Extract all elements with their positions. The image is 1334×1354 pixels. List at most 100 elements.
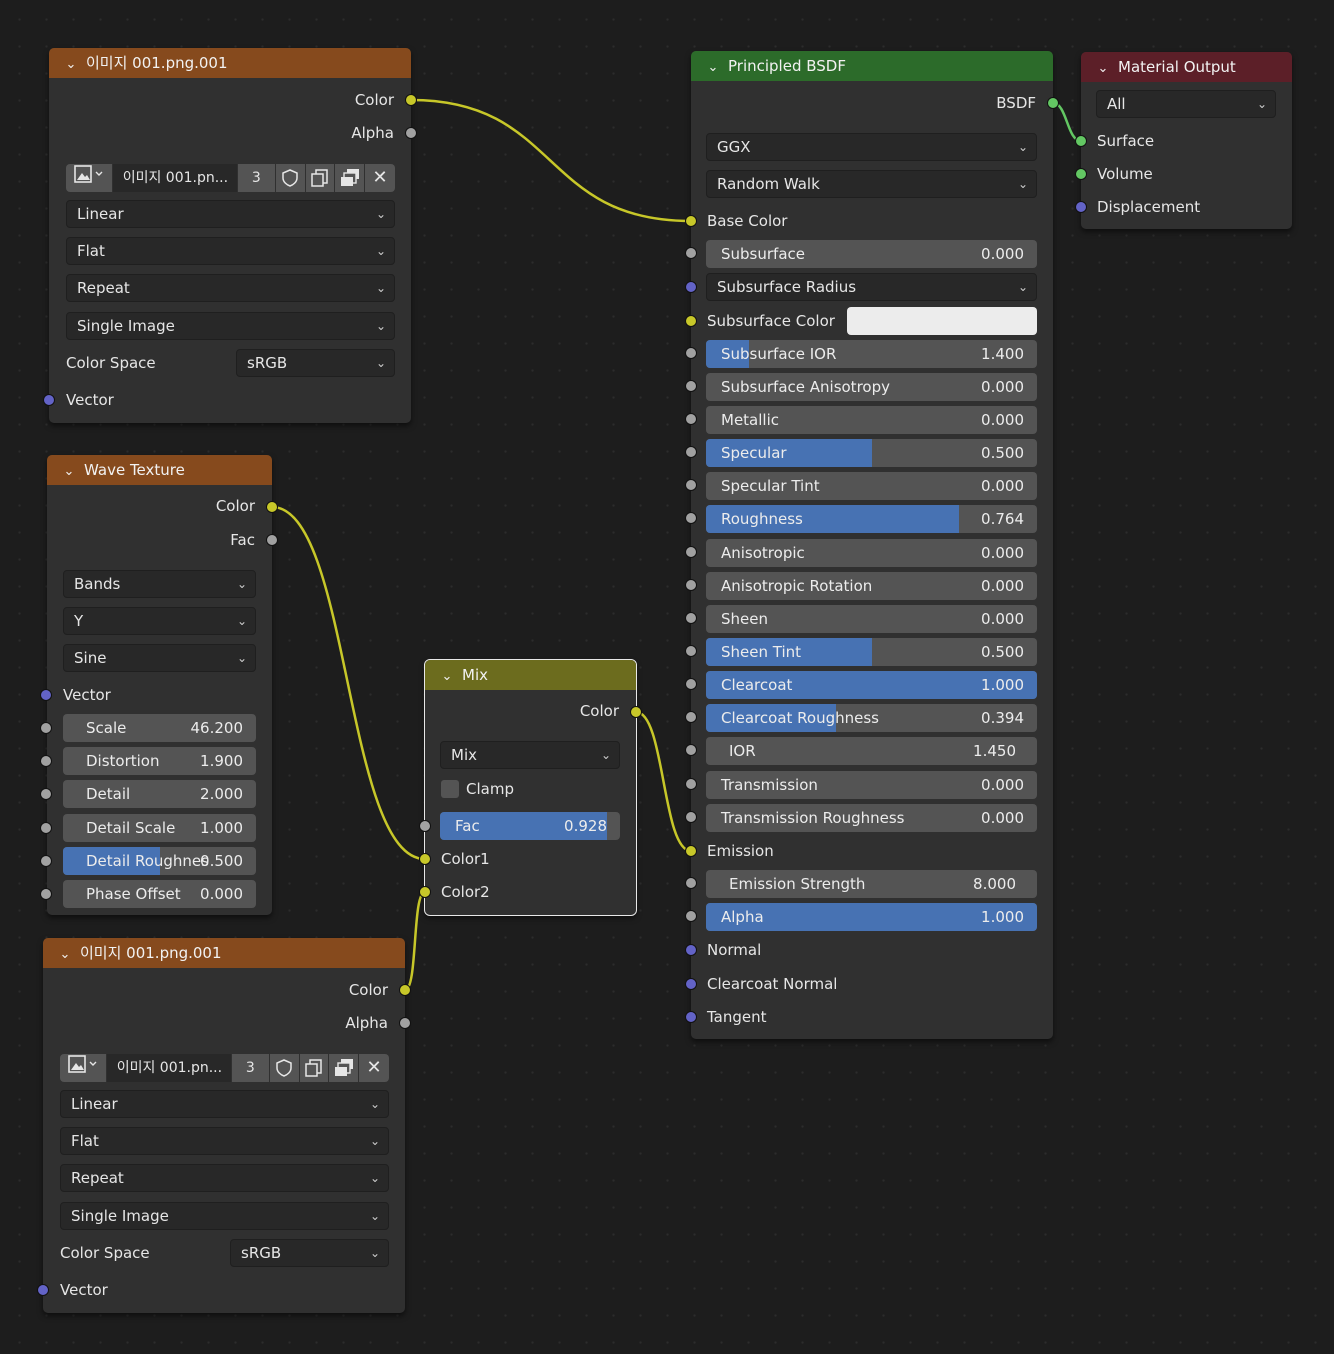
image-users-count[interactable]: 3 [231, 1054, 270, 1082]
node-header[interactable]: ⌄ Material Output [1081, 52, 1292, 82]
tangent-input-socket[interactable] [685, 1011, 697, 1023]
chevron-down-icon[interactable]: ⌄ [62, 457, 76, 487]
image2-color-output-socket[interactable] [399, 984, 411, 996]
image2-vector-input-socket[interactable] [37, 1284, 49, 1296]
image-name-field[interactable]: 이미지 001.pn... [106, 1054, 232, 1082]
unlink-close-icon[interactable]: ✕ [365, 164, 395, 192]
bsdf-clearcoat-roughness-input-socket[interactable] [685, 711, 697, 723]
mix-color-output-socket[interactable] [630, 706, 642, 718]
wave-detail-scale-slider[interactable]: Detail Scale 1.000 [63, 813, 256, 842]
bsdf-clearcoat-input-socket[interactable] [685, 678, 697, 690]
node-header[interactable]: ⌄ 이미지 001.png.001 [43, 938, 405, 968]
bsdf-metallic-input-socket[interactable] [685, 413, 697, 425]
clearcoat-normal-input-socket[interactable] [685, 978, 697, 990]
bsdf-subsurface-anisotropy-slider[interactable]: Subsurface Anisotropy 0.000 [706, 373, 1037, 401]
bsdf-sheen-slider[interactable]: Sheen 0.000 [706, 605, 1037, 633]
bsdf-sheen-tint-input-socket[interactable] [685, 645, 697, 657]
duplicate-icon[interactable] [299, 1054, 330, 1082]
surface-input-socket[interactable] [1075, 135, 1087, 147]
open-image-icon[interactable] [329, 1054, 360, 1082]
mix-color1-input-socket[interactable] [419, 853, 431, 865]
image1-vector-input-socket[interactable] [43, 394, 55, 406]
node-header[interactable]: ⌄ 이미지 001.png.001 [49, 48, 411, 78]
duplicate-icon[interactable] [305, 164, 336, 192]
bsdf-transmission-input-socket[interactable] [685, 778, 697, 790]
emission-input-socket[interactable] [685, 845, 697, 857]
subsurface-method-dropdown[interactable]: Random Walk ⌄ [706, 170, 1037, 198]
open-image-icon[interactable] [335, 164, 366, 192]
image-texture-node-2[interactable]: ⌄ 이미지 001.png.001 Color Alpha 이미지 001.pn.… [43, 938, 405, 1313]
image-browse-button[interactable] [60, 1054, 107, 1082]
image-selector[interactable]: 이미지 001.pn... 3 ✕ [60, 1054, 389, 1082]
wave-scale-input-socket[interactable] [40, 722, 52, 734]
wave-phase-offset-slider[interactable]: Phase Offset 0.000 [63, 880, 256, 908]
image-texture-node-1[interactable]: ⌄ 이미지 001.png.001 Color Alpha 이미지 001.pn.… [49, 48, 411, 423]
mix-color2-input-socket[interactable] [419, 886, 431, 898]
mix-fac-input-socket[interactable] [419, 820, 431, 832]
wave-type-dropdown[interactable]: Bands ⌄ [63, 570, 256, 598]
source-dropdown[interactable]: Single Image ⌄ [66, 312, 395, 340]
bsdf-emission-strength-input-socket[interactable] [685, 877, 697, 889]
chevron-down-icon[interactable]: ⌄ [1096, 54, 1110, 84]
bsdf-metallic-slider[interactable]: Metallic 0.000 [706, 406, 1037, 434]
projection-dropdown[interactable]: Flat ⌄ [60, 1127, 389, 1155]
extension-dropdown[interactable]: Repeat ⌄ [60, 1164, 389, 1192]
image-users-count[interactable]: 3 [237, 164, 276, 192]
blend-type-dropdown[interactable]: Mix ⌄ [440, 741, 620, 769]
distribution-dropdown[interactable]: GGX ⌄ [706, 133, 1037, 161]
bsdf-ior-input-socket[interactable] [685, 744, 697, 756]
extension-dropdown[interactable]: Repeat ⌄ [66, 274, 395, 302]
bsdf-anisotropic-rotation-slider[interactable]: Anisotropic Rotation 0.000 [706, 572, 1037, 600]
image1-alpha-output-socket[interactable] [405, 127, 417, 139]
bsdf-specular-tint-slider[interactable]: Specular Tint 0.000 [706, 472, 1037, 500]
mix-node[interactable]: ⌄ Mix Color Mix ⌄ Clamp Fac 0.928 Color1 C… [424, 659, 637, 916]
bsdf-subsurface-slider[interactable]: Subsurface 0.000 [706, 240, 1037, 268]
wave-vector-input-socket[interactable] [40, 689, 52, 701]
bsdf-transmission-roughness-input-socket[interactable] [685, 811, 697, 823]
wave-fac-output-socket[interactable] [266, 534, 278, 546]
bsdf-anisotropic-rotation-input-socket[interactable] [685, 579, 697, 591]
projection-dropdown[interactable]: Flat ⌄ [66, 237, 395, 265]
wave-detail-roughness-slider[interactable]: Detail Roughnes 0.500 [63, 846, 256, 875]
fac-slider[interactable]: Fac 0.928 [440, 812, 620, 840]
clamp-checkbox[interactable] [441, 780, 459, 798]
wave-detail-scale-input-socket[interactable] [40, 821, 52, 834]
subsurface-color-input-socket[interactable] [685, 315, 697, 327]
bsdf-roughness-input-socket[interactable] [685, 512, 697, 524]
chevron-down-icon[interactable]: ⌄ [706, 53, 720, 83]
target-dropdown[interactable]: All ⌄ [1096, 90, 1276, 118]
image-selector[interactable]: 이미지 001.pn... 3 ✕ [66, 164, 395, 192]
subsurface-radius-dropdown[interactable]: Subsurface Radius ⌄ [706, 273, 1037, 301]
image-browse-button[interactable] [66, 164, 113, 192]
node-header[interactable]: ⌄ Mix [425, 660, 636, 690]
wave-phase-offset-input-socket[interactable] [40, 888, 52, 900]
bsdf-alpha-slider[interactable]: Alpha 1.000 [706, 903, 1037, 931]
wave-distortion-slider[interactable]: Distortion 1.900 [63, 747, 256, 776]
image2-alpha-output-socket[interactable] [399, 1017, 411, 1029]
wave-texture-node[interactable]: ⌄ Wave Texture Color Fac Bands ⌄ Y ⌄ Sine ⌄ … [47, 455, 272, 915]
bsdf-sheen-input-socket[interactable] [685, 612, 697, 624]
bsdf-anisotropic-slider[interactable]: Anisotropic 0.000 [706, 539, 1037, 567]
bsdf-specular-slider[interactable]: Specular 0.500 [706, 439, 1037, 467]
color-space-dropdown[interactable]: sRGB ⌄ [236, 349, 395, 377]
bsdf-transmission-slider[interactable]: Transmission 0.000 [706, 771, 1037, 799]
interpolation-dropdown[interactable]: Linear ⌄ [60, 1090, 389, 1118]
node-header[interactable]: ⌄ Principled BSDF [691, 51, 1053, 81]
wave-detail-roughness-input-socket[interactable] [40, 854, 52, 867]
fake-user-shield-icon[interactable] [275, 164, 306, 192]
subsurface-radius-input-socket[interactable] [685, 281, 697, 293]
node-header[interactable]: ⌄ Wave Texture [47, 455, 272, 485]
base-color-input-socket[interactable] [685, 215, 697, 227]
bsdf-clearcoat-roughness-slider[interactable]: Clearcoat Roughness 0.394 [706, 704, 1037, 732]
displacement-input-socket[interactable] [1075, 201, 1087, 213]
bsdf-subsurface-anisotropy-input-socket[interactable] [685, 380, 697, 392]
wave-color-output-socket[interactable] [266, 501, 278, 513]
direction-dropdown[interactable]: Y ⌄ [63, 607, 256, 635]
wave-scale-slider[interactable]: Scale 46.200 [63, 714, 256, 742]
subsurface-color-swatch[interactable] [847, 307, 1037, 335]
bsdf-subsurface-ior-input-socket[interactable] [685, 347, 697, 359]
bsdf-sheen-tint-slider[interactable]: Sheen Tint 0.500 [706, 638, 1037, 666]
wave-detail-slider[interactable]: Detail 2.000 [63, 780, 256, 809]
interpolation-dropdown[interactable]: Linear ⌄ [66, 200, 395, 228]
image-name-field[interactable]: 이미지 001.pn... [112, 164, 238, 192]
